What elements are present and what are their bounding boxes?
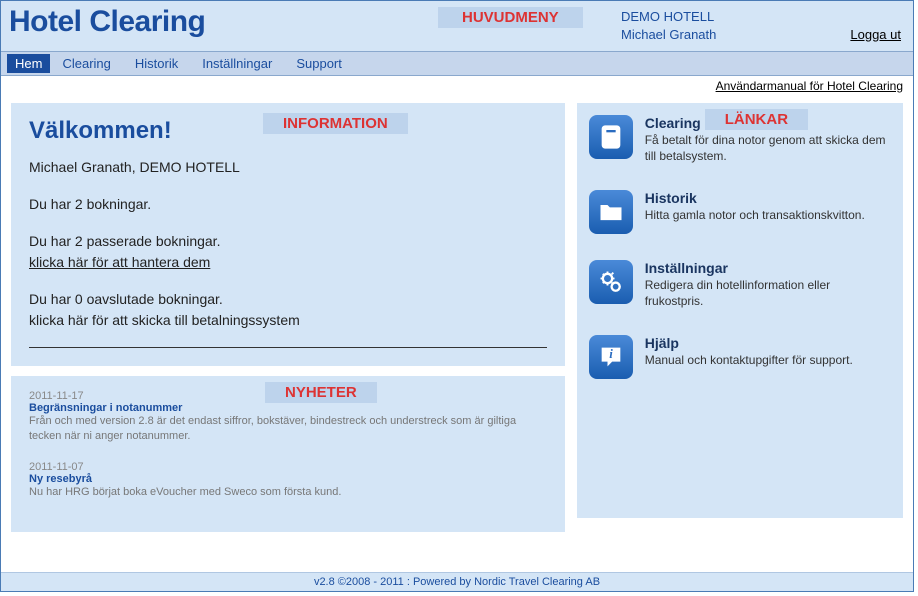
news-panel: NYHETER 2011-11-17 Begränsningar i notan… — [11, 376, 565, 532]
menu-historik[interactable]: Historik — [123, 54, 190, 73]
svg-text:i: i — [609, 348, 613, 362]
news-date: 2011-11-07 — [29, 461, 547, 473]
news-title-link[interactable]: Begränsningar i notanummer — [29, 402, 547, 414]
link-title: Historik — [645, 190, 891, 206]
news-body: Från och med version 2.8 är det endast s… — [29, 414, 547, 445]
main-menu: Hem Clearing Historik Inställningar Supp… — [1, 51, 913, 76]
manual-link[interactable]: Användarmanual för Hotel Clearing — [716, 79, 903, 93]
link-hjalp[interactable]: i Hjälp Manual och kontaktupgifter för s… — [589, 335, 891, 379]
calculator-icon — [589, 115, 633, 159]
help-icon: i — [589, 335, 633, 379]
news-body: Nu har HRG börjat boka eVoucher med Swec… — [29, 485, 547, 500]
footer: v2.8 ©2008 - 2011 : Powered by Nordic Tr… — [1, 572, 913, 591]
lankar-tag: LÄNKAR — [705, 109, 808, 130]
links-panel: LÄNKAR Clearing Få betalt för dina notor… — [577, 103, 903, 518]
app-logo: Hotel Clearing — [9, 5, 205, 39]
link-title: Hjälp — [645, 335, 891, 351]
link-desc: Manual och kontaktupgifter för support. — [645, 353, 891, 369]
menu-installningar[interactable]: Inställningar — [190, 54, 284, 73]
huvudmeny-tag: HUVUDMENY — [438, 7, 583, 28]
unfinished-bookings-line: Du har 0 oavslutade bokningar. — [29, 291, 223, 307]
nyheter-tag: NYHETER — [265, 382, 377, 403]
user-hotel-line: Michael Granath, DEMO HOTELL — [29, 157, 547, 178]
link-desc: Få betalt för dina notor genom att skick… — [645, 133, 891, 164]
info-panel: INFORMATION Välkommen! Michael Granath, … — [11, 103, 565, 366]
link-historik[interactable]: Historik Hitta gamla notor och transakti… — [589, 190, 891, 234]
hotel-name: DEMO HOTELL — [621, 9, 901, 24]
divider — [29, 347, 547, 348]
passed-bookings-line: Du har 2 passerade bokningar. — [29, 233, 220, 249]
information-tag: INFORMATION — [263, 113, 408, 134]
gears-icon — [589, 260, 633, 304]
link-installningar[interactable]: Inställningar Redigera din hotellinforma… — [589, 260, 891, 309]
news-title-link[interactable]: Ny resebyrå — [29, 473, 547, 485]
send-payment-text: klicka här för att skicka till betalning… — [29, 312, 300, 328]
link-title: Inställningar — [645, 260, 891, 276]
folder-icon — [589, 190, 633, 234]
link-desc: Redigera din hotellinformation eller fru… — [645, 278, 891, 309]
menu-clearing[interactable]: Clearing — [50, 54, 122, 73]
menu-hem[interactable]: Hem — [7, 54, 50, 73]
logout-link[interactable]: Logga ut — [850, 27, 901, 42]
menu-support[interactable]: Support — [284, 54, 354, 73]
link-desc: Hitta gamla notor och transaktionskvitto… — [645, 208, 891, 224]
bookings-count: Du har 2 bokningar. — [29, 194, 547, 215]
manage-passed-link[interactable]: klicka här för att hantera dem — [29, 254, 210, 270]
